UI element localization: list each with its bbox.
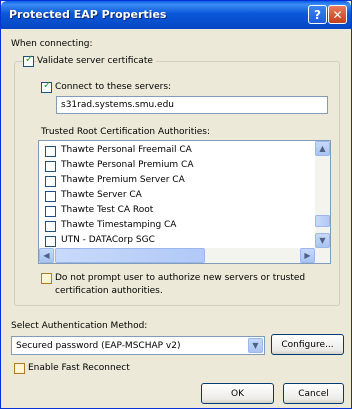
scroll-right-icon[interactable]: ▶ (300, 248, 315, 263)
help-button[interactable]: ? (308, 5, 327, 24)
vertical-scrollbar[interactable]: ▲ ▼ (315, 141, 330, 248)
no-prompt-label-line1[interactable]: Do not prompt user to authorize new serv… (55, 273, 305, 283)
validate-cert-checkbox[interactable] (23, 54, 34, 67)
ca-checkbox[interactable] (45, 146, 56, 157)
scroll-up-icon[interactable]: ▲ (315, 141, 330, 156)
when-connecting-heading: When connecting: (11, 39, 93, 49)
vertical-scroll-thumb[interactable] (315, 215, 330, 227)
fast-reconnect-checkbox[interactable] (14, 363, 25, 374)
auth-method-value: Secured password (EAP-MSCHAP v2) (16, 341, 181, 351)
dialog-window: Protected EAP Properties ? ✕ When connec… (0, 0, 352, 409)
scroll-left-icon[interactable]: ◀ (39, 248, 54, 263)
servers-input[interactable]: s31rad.systems.smu.edu (56, 96, 328, 114)
ca-label: Thawte Test CA Root (61, 205, 154, 215)
ca-label: Thawte Server CA (61, 190, 142, 200)
ca-label: Thawte Premium Server CA (61, 175, 185, 185)
trusted-ca-label: Trusted Root Certification Authorities: (41, 127, 211, 137)
trusted-ca-list[interactable]: Thawte Personal Freemail CA Thawte Perso… (38, 140, 331, 264)
auth-method-select[interactable]: Secured password (EAP-MSCHAP v2) ▼ (11, 336, 265, 355)
ca-checkbox[interactable] (45, 206, 56, 217)
title-bar[interactable]: Protected EAP Properties ? ✕ (1, 1, 351, 29)
help-icon: ? (314, 7, 321, 22)
fast-reconnect-label[interactable]: Enable Fast Reconnect (28, 363, 130, 373)
chevron-down-icon[interactable]: ▼ (248, 338, 263, 353)
configure-button[interactable]: Configure... (271, 334, 344, 355)
ca-label: UTN - DATACorp SGC (61, 235, 155, 245)
ca-checkbox[interactable] (45, 236, 56, 247)
no-prompt-label-line2[interactable]: certification authorities. (55, 286, 163, 296)
ca-checkbox[interactable] (45, 221, 56, 232)
validate-cert-label[interactable]: Validate server certificate (37, 56, 156, 66)
window-title: Protected EAP Properties (9, 8, 167, 21)
servers-input-value: s31rad.systems.smu.edu (61, 100, 174, 110)
ok-button[interactable]: OK (201, 383, 274, 404)
ca-label: Thawte Personal Premium CA (61, 160, 194, 170)
connect-servers-checkbox[interactable] (41, 80, 52, 93)
close-button[interactable]: ✕ (328, 5, 347, 24)
connect-servers-label[interactable]: Connect to these servers: (55, 82, 171, 92)
ca-label: Thawte Personal Freemail CA (61, 145, 192, 155)
close-icon: ✕ (332, 7, 343, 22)
horizontal-scroll-thumb[interactable] (55, 248, 205, 263)
ca-checkbox[interactable] (45, 161, 56, 172)
cancel-button[interactable]: Cancel (283, 383, 344, 404)
auth-method-label: Select Authentication Method: (11, 321, 148, 331)
scroll-down-icon[interactable]: ▼ (315, 233, 330, 248)
ca-label: Thawte Timestamping CA (61, 220, 177, 230)
no-prompt-checkbox[interactable] (41, 273, 52, 284)
ca-checkbox[interactable] (45, 176, 56, 187)
horizontal-scrollbar[interactable]: ◀ ▶ (39, 248, 330, 263)
ca-checkbox[interactable] (45, 191, 56, 202)
